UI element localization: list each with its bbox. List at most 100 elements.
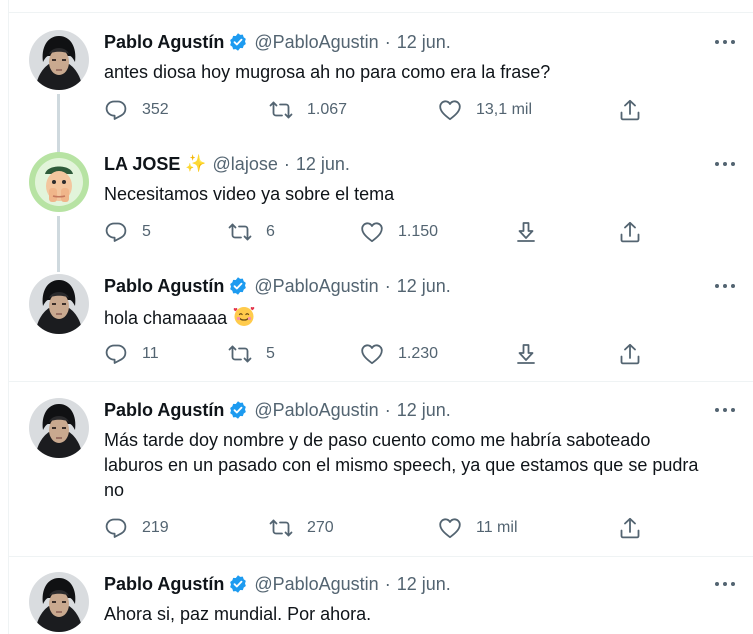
author-handle[interactable]: @PabloAgustin [254,400,378,421]
divider [8,381,753,382]
more-options-icon[interactable] [713,32,737,52]
author-name[interactable]: Pablo Agustín [104,32,224,53]
download-icon [514,342,538,366]
avatar[interactable] [29,274,89,334]
author-handle[interactable]: @PabloAgustin [254,276,378,297]
like-icon [438,516,462,540]
author-name[interactable]: Pablo Agustín [104,276,224,297]
like-count: 1.150 [398,223,439,240]
like-count: 11 mil [476,519,518,536]
author-name[interactable]: Pablo Agustín [104,574,224,595]
like-button[interactable]: 11 mil [438,516,518,540]
retweet-button[interactable]: 6 [228,220,275,244]
retweet-button[interactable]: 1.067 [269,98,347,122]
reply-icon [104,342,128,366]
verified-badge-icon [228,574,248,594]
smiling-face-with-hearts-emoji [233,306,255,326]
verified-badge-icon [228,276,248,296]
download-button[interactable] [514,342,538,366]
tweet-header: Pablo Agustín @PabloAgustin · 12 jun. [104,398,451,422]
tweet-text: antes diosa hoy mugrosa ah no para como … [104,62,551,82]
tweet-actions: 5 6 1.150 [104,220,644,244]
avatar[interactable] [29,398,89,458]
like-button[interactable]: 1.150 [360,220,438,244]
retweet-button[interactable]: 5 [228,342,275,366]
sparkles-emoji: ✨ [185,154,207,173]
divider [8,556,753,557]
author-name[interactable]: Pablo Agustín [104,400,224,421]
separator-dot: · [384,399,391,420]
share-button[interactable] [618,516,642,540]
reply-button[interactable]: 352 [104,98,169,122]
author-handle[interactable]: @lajose [213,154,278,175]
like-button[interactable]: 13,1 mil [438,98,532,122]
tweet-header: Pablo Agustín @PabloAgustin · 12 jun. [104,30,451,54]
tweet[interactable]: Pablo Agustín @PabloAgustin · 12 jun. Má… [8,398,753,548]
author-handle[interactable]: @PabloAgustin [254,32,378,53]
author-handle[interactable]: @PabloAgustin [254,574,378,595]
reply-icon [104,98,128,122]
tweet-actions: 11 5 1.230 [104,342,644,366]
separator-dot: · [384,275,391,296]
verified-badge-icon [228,32,248,52]
reply-count: 11 [142,345,159,362]
avatar[interactable] [29,152,89,212]
thread-line [57,216,60,272]
reply-button[interactable]: 11 [104,342,159,366]
author-name[interactable]: LA JOSE [104,154,180,175]
retweet-icon [228,342,252,366]
retweet-button[interactable]: 270 [269,516,334,540]
share-button[interactable] [618,220,642,244]
share-icon [618,98,642,122]
retweet-count: 1.067 [307,101,348,118]
more-options-icon[interactable] [713,574,737,594]
retweet-count: 5 [266,345,275,362]
retweet-icon [269,98,293,122]
more-options-icon[interactable] [713,276,737,296]
more-options-icon[interactable] [713,154,737,174]
tweet[interactable]: Pablo Agustín @PabloAgustin · 12 jun. Ah… [8,572,753,634]
like-icon [438,98,462,122]
reply-icon [104,220,128,244]
tweet[interactable]: Pablo Agustín @PabloAgustin · 12 jun. ho… [8,274,753,374]
timestamp[interactable]: 12 jun. [397,574,451,595]
avatar[interactable] [29,30,89,90]
reply-count: 219 [142,519,169,536]
more-options-icon[interactable] [713,400,737,420]
separator-dot: · [283,153,290,174]
reply-count: 352 [142,101,169,118]
separator-dot: · [384,31,391,52]
like-count: 1.230 [398,345,439,362]
share-icon [618,516,642,540]
retweet-count: 270 [307,519,334,536]
like-icon [360,220,384,244]
timestamp[interactable]: 12 jun. [397,400,451,421]
tweet-text: Necesitamos video ya sobre el tema [104,184,395,204]
share-button[interactable] [618,342,642,366]
like-button[interactable]: 1.230 [360,342,438,366]
reply-icon [104,516,128,540]
share-button[interactable] [618,98,642,122]
download-icon [514,220,538,244]
tweet-text: hola chamaaaa [104,304,704,331]
timestamp[interactable]: 12 jun. [296,154,350,175]
reply-button[interactable]: 219 [104,516,169,540]
share-icon [618,342,642,366]
like-count: 13,1 mil [476,101,533,118]
share-icon [618,220,642,244]
timestamp[interactable]: 12 jun. [397,276,451,297]
tweet[interactable]: Pablo Agustín @PabloAgustin · 12 jun. an… [8,30,753,158]
avatar[interactable] [29,572,89,632]
download-button[interactable] [514,220,538,244]
divider [8,12,753,13]
tweet-text: Más tarde doy nombre y de paso cuento co… [104,430,699,500]
separator-dot: · [384,573,391,594]
thread-line [57,94,60,158]
timestamp[interactable]: 12 jun. [397,32,451,53]
retweet-icon [269,516,293,540]
reply-count: 5 [142,223,151,240]
retweet-count: 6 [266,223,275,240]
tweet-actions: 219 270 11 mil [104,516,644,540]
tweet[interactable]: LA JOSE ✨ @lajose · 12 jun. Necesitamos … [8,152,753,272]
reply-button[interactable]: 5 [104,220,151,244]
